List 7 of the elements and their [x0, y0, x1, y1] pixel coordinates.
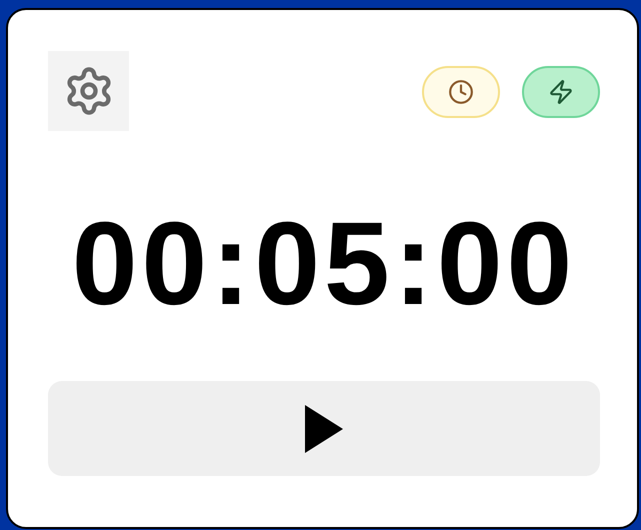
clock-icon — [448, 79, 474, 105]
settings-button[interactable] — [48, 51, 129, 131]
timer-display: 00:05:00 — [70, 205, 578, 323]
play-icon — [305, 404, 343, 452]
clock-mode-button[interactable] — [422, 66, 500, 118]
lightning-icon — [548, 79, 574, 105]
bolt-mode-button[interactable] — [522, 66, 600, 118]
